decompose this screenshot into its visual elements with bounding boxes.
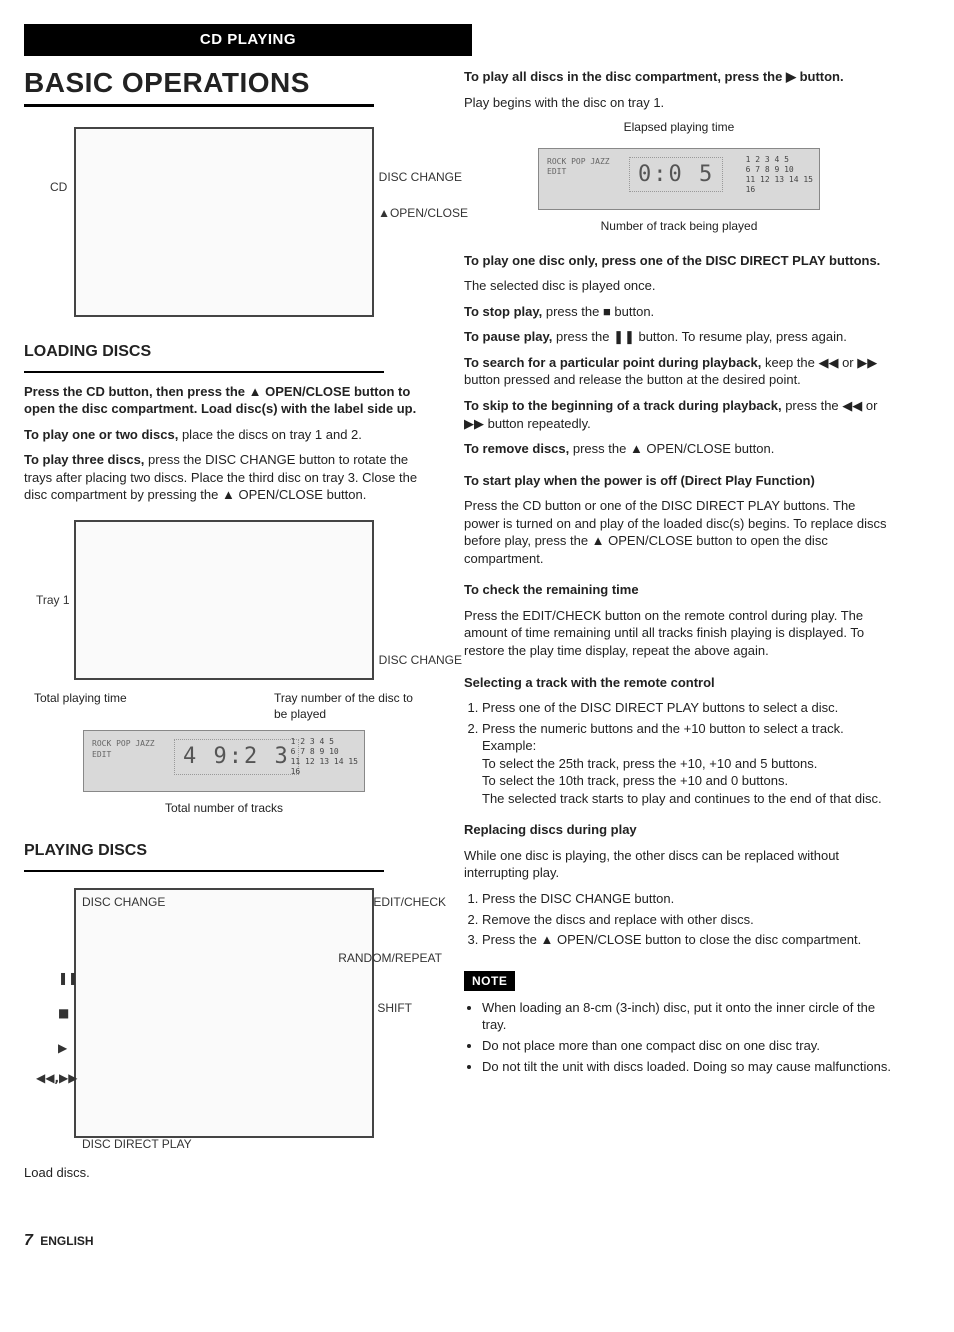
lbl-tray-number: Tray number of the disc to be played [274,690,414,722]
example-2: To select the 10th track, press the +10 … [482,773,788,788]
direct-play-text: Press the CD button or one of the DISC D… [464,497,894,567]
heading-underline-2 [24,870,384,872]
replace-list: Press the DISC CHANGE button. Remove the… [482,890,894,949]
replace-2: Remove the discs and replace with other … [482,911,894,929]
fig3-edit-check: EDIT/CHECK [373,894,446,910]
note-badge: NOTE [464,971,515,991]
fig3-disc-direct: DISC DIRECT PLAY [82,1136,192,1152]
one-disc-title: To play one disc only, press one of the … [464,252,894,270]
figure-controls: DISC CHANGE EDIT/CHECK RANDOM/REPEAT SHI… [74,888,374,1138]
figure-stereo-unit: CD DISC CHANGE ▲OPEN/CLOSE [74,127,374,317]
fig-label-cd: CD [50,179,67,195]
two-column-layout: BASIC OPERATIONS CD DISC CHANGE ▲OPEN/CL… [24,64,914,1189]
replace-3: Press the ▲ OPEN/CLOSE button to close t… [482,931,894,949]
one-disc-text: The selected disc is played once. [464,277,894,295]
display-panel-2: ROCK POP JAZZEDIT 0:0 5 1 2 3 4 5 6 7 8 … [538,148,820,210]
load-discs-caption: Load discs. [24,1164,424,1182]
example-3: The selected track starts to play and co… [482,791,882,806]
page-footer: 7 ENGLISH [24,1230,914,1252]
select-track-title: Selecting a track with the remote contro… [464,674,894,692]
replace-intro: While one disc is playing, the other dis… [464,847,894,882]
fig2-disc-change: DISC CHANGE [379,652,462,668]
remove-line: To remove discs, press the ▲ OPEN/CLOSE … [464,440,894,458]
lbl-total-tracks: Total number of tracks [24,800,424,816]
disp1-grid: 1 2 3 4 5 6 7 8 9 10 11 12 13 14 15 16 [291,737,358,777]
loading-instruction: Press the CD button, then press the ▲ OP… [24,383,424,418]
display-panel-1: ROCK POP JAZZEDIT 4 9:2 3 1 2 3 4 5 6 7 … [83,730,365,792]
direct-play-title: To start play when the power is off (Dir… [464,472,894,490]
select-step-1: Press one of the DISC DIRECT PLAY button… [482,699,894,717]
fig3-random-repeat: RANDOM/REPEAT [338,950,442,966]
play-three-b: To play three discs, [24,452,144,467]
play-one-two-t: place the discs on tray 1 and 2. [178,427,362,442]
replace-1: Press the DISC CHANGE button. [482,890,894,908]
right-column: To play all discs in the disc compartmen… [464,64,894,1189]
select-step-2: Press the numeric buttons and the +10 bu… [482,720,894,808]
note-3: Do not tilt the unit with discs loaded. … [482,1058,894,1076]
heading-playing-discs: PLAYING DISCS [24,840,424,862]
heading-underline [24,371,384,373]
section-header-bar: CD PLAYING [24,24,472,56]
disp1-small: ROCK POP JAZZEDIT [92,739,155,761]
note-2: Do not place more than one compact disc … [482,1037,894,1055]
replace-title: Replacing discs during play [464,821,894,839]
note-list: When loading an 8-cm (3-inch) disc, put … [482,999,894,1075]
heading-loading-discs: LOADING DISCS [24,341,424,363]
seek-icons: ◀◀,▶▶ [36,1070,77,1086]
page-language: ENGLISH [40,1234,93,1248]
page-title: BASIC OPERATIONS [24,64,374,107]
check-time-title: To check the remaining time [464,581,894,599]
pause-icon: ❚❚ [58,970,78,986]
play-icon: ▶ [58,1040,67,1056]
search-line: To search for a particular point during … [464,354,894,389]
pause-line: To pause play, press the ❚❚ button. To r… [464,328,894,346]
fig-label-disc-change: DISC CHANGE [379,169,462,185]
check-time-text: Press the EDIT/CHECK button on the remot… [464,607,894,660]
fig-label-open-close: ▲OPEN/CLOSE [378,205,468,221]
disp2-time: 0:0 5 [629,157,723,193]
play-one-two: To play one or two discs, place the disc… [24,426,424,444]
disp2-small: ROCK POP JAZZEDIT [547,157,610,179]
lbl-total-time: Total playing time [34,690,127,722]
play-one-two-b: To play one or two discs, [24,427,178,442]
num-track-caption: Number of track being played [464,218,894,234]
select-track-list: Press one of the DISC DIRECT PLAY button… [482,699,894,807]
figure-tray-insert: Tray 1 DISC CHANGE [74,520,374,680]
example-label: Example: [482,738,536,753]
left-column: BASIC OPERATIONS CD DISC CHANGE ▲OPEN/CL… [24,64,424,1189]
disp2-grid: 1 2 3 4 5 6 7 8 9 10 11 12 13 14 15 16 [746,155,813,195]
note-1: When loading an 8-cm (3-inch) disc, put … [482,999,894,1034]
fig3-disc-change: DISC CHANGE [82,894,165,910]
display1-top-captions: Total playing time Tray number of the di… [34,690,414,722]
play-all-title: To play all discs in the disc compartmen… [464,68,894,86]
skip-line: To skip to the beginning of a track duri… [464,397,894,432]
fig3-shift: SHIFT [377,1000,412,1016]
elapsed-caption: Elapsed playing time [464,119,894,135]
play-three: To play three discs, press the DISC CHAN… [24,451,424,504]
page-number: 7 [24,1232,33,1249]
disp1-time: 4 9:2 3 [174,739,299,775]
fig2-tray1: Tray 1 [36,592,70,608]
example-1: To select the 25th track, press the +10,… [482,756,817,771]
stop-icon: ■ [58,1005,69,1021]
stop-line: To stop play, press the ■ button. [464,303,894,321]
play-all-text: Play begins with the disc on tray 1. [464,94,894,112]
